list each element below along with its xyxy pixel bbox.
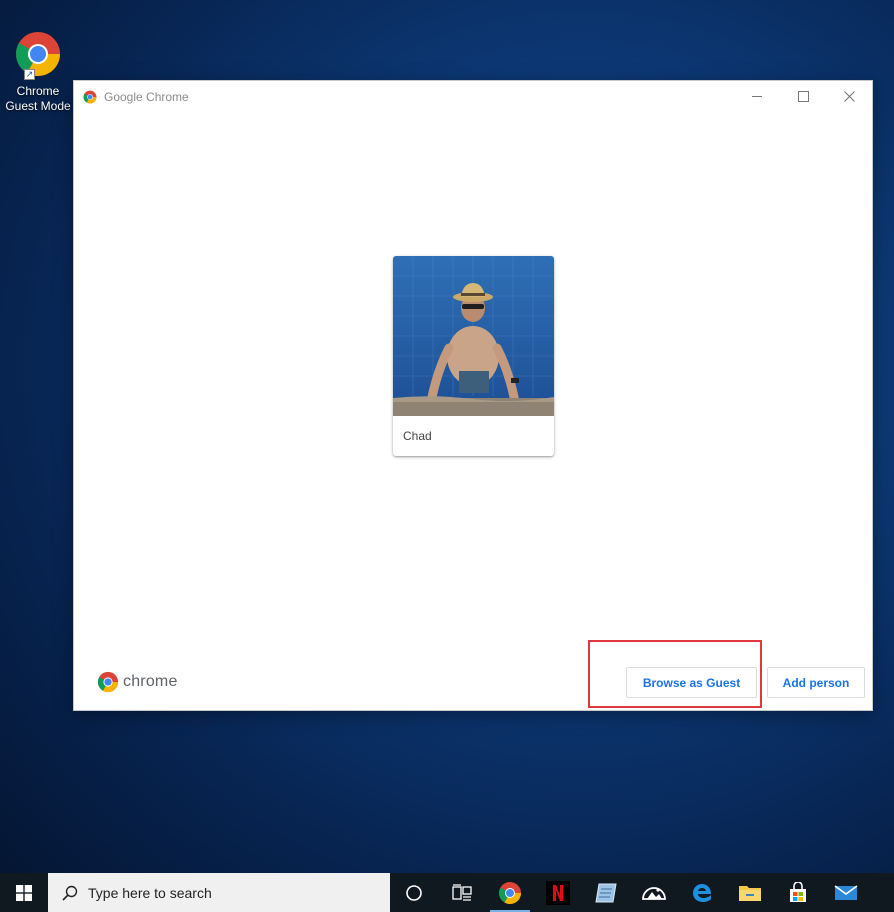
minimize-icon (752, 96, 762, 97)
profile-name: Chad (403, 429, 432, 443)
search-icon (62, 885, 78, 901)
taskbar-netflix[interactable] (534, 873, 582, 912)
cortana-button[interactable] (390, 873, 438, 912)
chrome-icon (499, 881, 521, 904)
cortana-icon (406, 884, 422, 901)
taskbar-chrome[interactable] (486, 873, 534, 912)
minimize-button[interactable] (734, 81, 780, 112)
shortcut-arrow-icon: ↗ (24, 69, 35, 80)
chrome-icon (83, 90, 97, 103)
window-title: Google Chrome (104, 89, 189, 104)
taskbar-file-explorer[interactable] (726, 873, 774, 912)
file-explorer-icon (739, 885, 761, 901)
chrome-logo: chrome (97, 671, 178, 693)
windows-icon (16, 884, 32, 901)
desktop-shortcut-label-1: Chrome (16, 84, 60, 98)
maximize-icon (797, 91, 809, 102)
mail-icon (834, 884, 858, 900)
taskbar-store[interactable] (774, 873, 822, 912)
chrome-profile-window: Google Chrome Chad chrome Browse as Gues… (73, 80, 873, 711)
taskbar-mail[interactable] (822, 873, 870, 912)
edge-icon (693, 883, 711, 902)
chrome-icon (97, 671, 119, 693)
task-view-button[interactable] (438, 873, 486, 912)
maximize-button[interactable] (780, 81, 826, 112)
chrome-logo-text: chrome (123, 673, 178, 690)
close-icon (843, 91, 855, 102)
taskbar: Type here to search (0, 873, 894, 912)
browse-as-guest-button[interactable]: Browse as Guest (626, 667, 757, 698)
taskbar-photos[interactable] (630, 873, 678, 912)
taskbar-notepad[interactable] (582, 873, 630, 912)
search-placeholder: Type here to search (88, 884, 212, 901)
netflix-icon (546, 880, 570, 905)
desktop-shortcut-label-2: Guest Mode (5, 99, 71, 113)
profile-card[interactable]: Chad (393, 256, 554, 456)
photos-icon (642, 886, 666, 900)
start-button[interactable] (0, 873, 48, 912)
close-button[interactable] (826, 81, 872, 112)
task-view-icon (452, 883, 472, 901)
add-person-button[interactable]: Add person (767, 667, 865, 698)
store-icon (790, 881, 806, 902)
desktop: ↗ Chrome Guest Mode Google Chrome Chad c… (0, 0, 894, 912)
taskbar-search-box[interactable]: Type here to search (48, 873, 390, 912)
title-bar[interactable]: Google Chrome (74, 81, 872, 112)
taskbar-edge[interactable] (678, 873, 726, 912)
profile-photo (393, 256, 554, 416)
chrome-icon: ↗ (14, 30, 62, 80)
notepad-icon (595, 883, 617, 902)
desktop-shortcut-chrome-guest[interactable]: ↗ Chrome Guest Mode (2, 30, 74, 114)
